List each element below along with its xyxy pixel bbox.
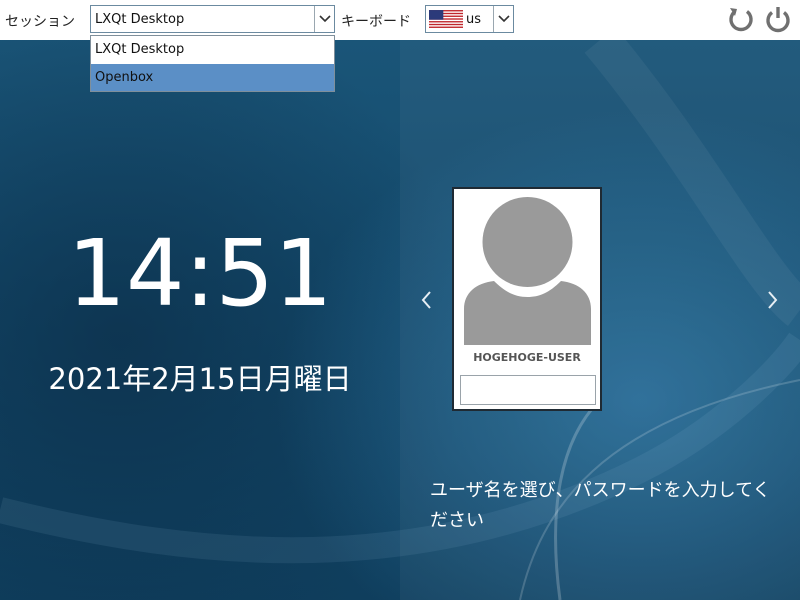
power-icon <box>766 7 790 33</box>
chevron-right-icon[interactable] <box>767 290 779 310</box>
restart-button[interactable] <box>726 4 756 34</box>
user-card[interactable]: HOGEHOGE-USER <box>452 187 602 411</box>
keyboard-select[interactable]: us <box>425 5 514 33</box>
chevron-down-icon[interactable] <box>314 6 334 32</box>
user-avatar-icon <box>464 197 591 345</box>
session-label: セッション <box>5 14 75 30</box>
chevron-down-icon[interactable] <box>493 6 513 32</box>
power-button[interactable] <box>763 4 793 34</box>
session-option-lxqt[interactable]: LXQt Desktop <box>91 36 334 63</box>
username-label: HOGEHOGE-USER <box>473 351 581 364</box>
clock-time: 14:51 <box>67 220 333 327</box>
chevron-left-icon[interactable] <box>420 290 432 310</box>
top-bar: セッション LXQt Desktop キーボード us <box>0 0 800 40</box>
login-hint: ユーザ名を選び、パスワードを入力してください <box>430 480 771 531</box>
password-input[interactable] <box>460 375 596 405</box>
session-select-value: LXQt Desktop <box>95 12 185 27</box>
restart-icon <box>729 8 753 32</box>
session-dropdown-list: LXQt Desktop Openbox <box>90 35 335 92</box>
session-option-label: LXQt Desktop <box>95 42 185 57</box>
session-option-label: Openbox <box>95 70 154 85</box>
session-option-openbox[interactable]: Openbox <box>91 64 334 91</box>
keyboard-label: キーボード <box>341 14 411 30</box>
session-select[interactable]: LXQt Desktop <box>90 5 335 33</box>
keyboard-select-value: us <box>466 12 482 27</box>
clock-date: 2021年2月15日月曜日 <box>48 362 352 396</box>
us-flag-icon <box>429 10 463 28</box>
